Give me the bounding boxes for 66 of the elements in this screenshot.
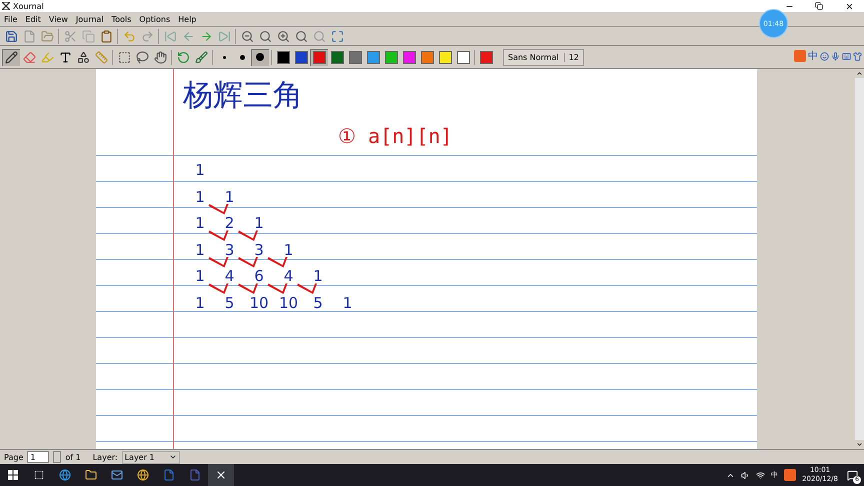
color-swatch[interactable] bbox=[310, 48, 328, 66]
color-swatch[interactable] bbox=[436, 48, 454, 66]
font-button[interactable]: Sans Normal 12 bbox=[503, 48, 584, 66]
emoji-icon[interactable] bbox=[820, 52, 829, 60]
app-icon bbox=[2, 2, 10, 10]
window-title: Xournal bbox=[13, 2, 45, 10]
vertical-scrollbar[interactable] bbox=[855, 69, 864, 449]
menu-item[interactable]: Help bbox=[174, 14, 200, 24]
color-swatch[interactable] bbox=[346, 48, 364, 66]
keyboard-icon[interactable] bbox=[842, 52, 851, 60]
pen-tool-icon[interactable] bbox=[2, 48, 20, 66]
handwritten-number: 1 bbox=[195, 294, 205, 312]
handwritten-number: 1 bbox=[313, 267, 323, 285]
volume-icon[interactable] bbox=[741, 470, 750, 480]
network-icon[interactable] bbox=[756, 470, 766, 480]
color-swatch[interactable] bbox=[274, 48, 292, 66]
microphone-icon[interactable] bbox=[831, 52, 840, 60]
color-swatch[interactable] bbox=[454, 48, 472, 66]
scroll-down-icon[interactable] bbox=[855, 440, 864, 449]
handwritten-number: 10 bbox=[278, 294, 298, 312]
handwritten-number: 1 bbox=[195, 267, 205, 285]
handwritten-number: 1 bbox=[195, 161, 205, 179]
color-swatch[interactable] bbox=[418, 48, 436, 66]
color-swatch[interactable] bbox=[364, 48, 382, 66]
color-swatch[interactable] bbox=[292, 48, 310, 66]
ime-tray-icon[interactable] bbox=[784, 469, 796, 481]
color-swatch[interactable] bbox=[328, 48, 346, 66]
menu-item[interactable]: File bbox=[0, 14, 22, 24]
color-swatch[interactable] bbox=[400, 48, 418, 66]
handwritten-number: 1 bbox=[284, 240, 294, 258]
handwritten-number: 1 bbox=[254, 214, 264, 232]
menu-item[interactable]: Edit bbox=[21, 14, 45, 24]
handwritten-number: 5 bbox=[313, 294, 323, 312]
handwritten-number: 1 bbox=[342, 294, 352, 312]
menu-item[interactable]: Tools bbox=[108, 14, 136, 24]
handwritten-formula: ① a[n][n] bbox=[338, 124, 452, 148]
page-label: Page bbox=[4, 452, 24, 462]
menu-item[interactable]: Options bbox=[135, 14, 174, 24]
current-color-swatch[interactable] bbox=[477, 48, 495, 66]
handwritten-number: 1 bbox=[195, 188, 205, 206]
pen-width-button[interactable] bbox=[251, 48, 269, 66]
scroll-up-icon[interactable] bbox=[855, 69, 864, 78]
handwritten-number: 5 bbox=[224, 294, 234, 312]
handwritten-number: 2 bbox=[224, 214, 234, 232]
handwritten-number: 6 bbox=[254, 267, 264, 285]
layer-label: Layer: bbox=[92, 452, 118, 462]
handwritten-number: 3 bbox=[254, 240, 264, 258]
handwritten-title: 杨辉三角 bbox=[183, 77, 303, 115]
shirt-icon[interactable] bbox=[853, 52, 862, 60]
handwritten-number: 1 bbox=[195, 214, 205, 232]
handwritten-number: 1 bbox=[195, 240, 205, 258]
handwritten-number: 3 bbox=[224, 240, 234, 258]
handwritten-number: 4 bbox=[284, 267, 294, 285]
page-number-field[interactable]: 1 bbox=[27, 451, 50, 463]
caret-icon[interactable] bbox=[168, 453, 177, 461]
layer-dropdown[interactable]: Layer 1 bbox=[122, 450, 180, 464]
color-swatch[interactable] bbox=[382, 48, 400, 66]
handwritten-number: 1 bbox=[224, 188, 234, 206]
menu-item[interactable]: View bbox=[44, 14, 72, 24]
close-icon[interactable] bbox=[844, 2, 854, 10]
restore-icon[interactable] bbox=[815, 2, 823, 10]
page-total: of 1 bbox=[65, 452, 81, 462]
handwritten-number: 10 bbox=[249, 294, 269, 312]
ime-mode-label[interactable]: 中 bbox=[808, 49, 818, 63]
handwritten-number: 4 bbox=[224, 267, 234, 285]
menu-item[interactable]: Journal bbox=[72, 14, 108, 24]
